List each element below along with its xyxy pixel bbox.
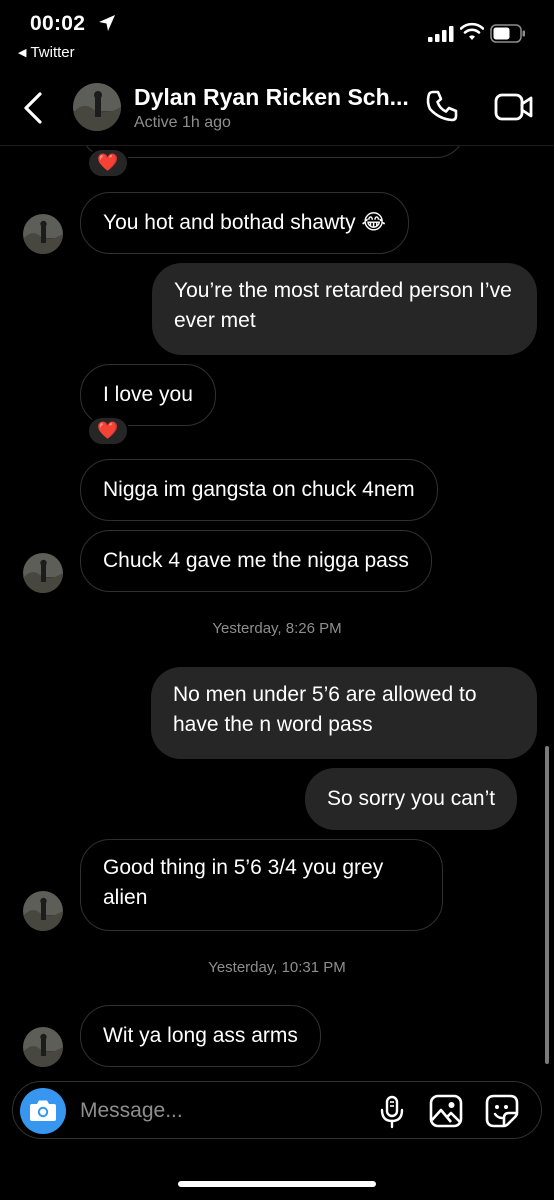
contact-name[interactable]: Dylan Ryan Ricken Sch... — [134, 84, 409, 111]
message-input[interactable] — [80, 1096, 360, 1126]
timestamp-divider: Yesterday, 8:26 PM — [212, 620, 342, 637]
contact-active-status: Active 1h ago — [134, 114, 231, 131]
message-text: Good thing in 5’6 3/4 you grey alien — [103, 856, 384, 909]
message-thread[interactable]: ❤️ You hot and bothad shawty 😂 You’re th… — [0, 146, 554, 1080]
cellular-signal-icon — [428, 26, 454, 42]
heart-reaction[interactable]: ❤️ — [87, 148, 129, 178]
microphone-icon[interactable] — [379, 1095, 405, 1129]
message-text: Wit ya long ass arms — [103, 1024, 298, 1047]
message-bubble[interactable]: You’re the most retarded person I’ve eve… — [152, 263, 537, 355]
home-indicator[interactable] — [178, 1181, 376, 1187]
scrollbar[interactable] — [545, 746, 549, 1064]
back-to-app-link[interactable]: ◀ Twitter — [18, 44, 75, 61]
image-icon[interactable] — [429, 1094, 463, 1128]
message-bubble[interactable]: So sorry you can’t — [305, 768, 518, 830]
contact-avatar[interactable] — [73, 83, 121, 131]
message-bubble[interactable]: You hot and bothad shawty 😂 — [80, 192, 409, 254]
message-bubble[interactable]: No men under 5’6 are allowed to have the… — [151, 667, 537, 759]
status-bar: 00:02 ◀ Twitter — [0, 0, 554, 70]
wifi-icon — [460, 22, 484, 40]
message-bubble[interactable]: Chuck 4 gave me the nigga pass — [80, 530, 432, 592]
back-app-label: Twitter — [30, 44, 75, 61]
camera-button[interactable] — [20, 1088, 66, 1134]
phone-icon[interactable] — [424, 88, 460, 124]
avatar-photo-icon — [73, 83, 121, 131]
timestamp-divider: Yesterday, 10:31 PM — [208, 959, 346, 976]
message-bubble-partial — [80, 146, 466, 158]
message-text: You hot and bothad shawty 😂 — [103, 211, 386, 234]
avatar-photo-icon — [23, 553, 63, 593]
message-bubble[interactable]: Wit ya long ass arms — [80, 1005, 321, 1067]
heart-reaction-emoji: ❤️ — [97, 421, 119, 440]
camera-icon — [30, 1100, 56, 1121]
message-composer — [12, 1081, 542, 1139]
heart-reaction[interactable]: ❤️ — [87, 416, 129, 446]
video-camera-icon[interactable] — [494, 90, 534, 124]
status-time: 00:02 — [30, 12, 86, 35]
message-bubble[interactable]: Nigga im gangsta on chuck 4nem — [80, 459, 438, 521]
sender-avatar[interactable] — [23, 214, 63, 254]
heart-reaction-emoji: ❤️ — [97, 153, 119, 172]
message-text: So sorry you can’t — [327, 787, 496, 810]
message-bubble[interactable]: Good thing in 5’6 3/4 you grey alien — [80, 839, 443, 931]
sticker-icon[interactable] — [485, 1094, 519, 1128]
back-triangle-icon: ◀ — [18, 47, 27, 59]
message-text: I love you — [103, 383, 193, 406]
sender-avatar[interactable] — [23, 1027, 63, 1067]
message-text: You’re the most retarded person I’ve eve… — [174, 279, 512, 332]
message-text: No men under 5’6 are allowed to have the… — [173, 683, 477, 736]
avatar-photo-icon — [23, 1027, 63, 1067]
message-text: Nigga im gangsta on chuck 4nem — [103, 478, 415, 501]
sender-avatar[interactable] — [23, 891, 63, 931]
message-text: Chuck 4 gave me the nigga pass — [103, 549, 409, 572]
avatar-photo-icon — [23, 214, 63, 254]
chat-header: Dylan Ryan Ricken Sch... Active 1h ago — [0, 70, 554, 146]
sender-avatar[interactable] — [23, 553, 63, 593]
battery-icon — [490, 24, 525, 43]
avatar-photo-icon — [23, 891, 63, 931]
back-chevron-icon[interactable] — [20, 88, 48, 128]
location-arrow-icon — [99, 15, 115, 31]
